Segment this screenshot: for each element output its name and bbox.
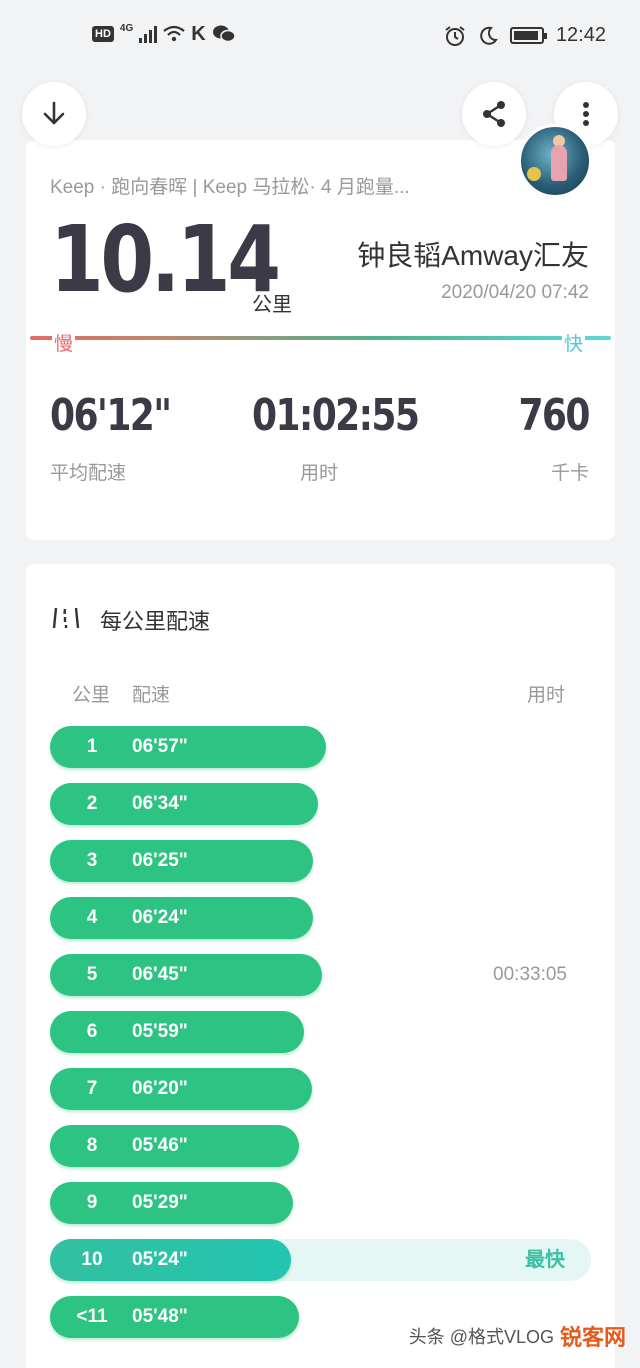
split-km: 3: [86, 850, 98, 871]
column-km-header: 公里: [72, 685, 111, 706]
share-button[interactable]: [462, 82, 526, 146]
duration-value: 01:02:55: [252, 390, 420, 441]
split-km: 2: [86, 793, 98, 814]
split-pace: 05'24": [132, 1249, 188, 1270]
duration-label: 用时: [300, 463, 339, 484]
avg-pace-label: 平均配速: [50, 463, 127, 484]
split-row[interactable]: 9 05'29": [50, 1182, 591, 1224]
split-row[interactable]: 4 06'24": [50, 897, 591, 939]
split-list: 1 06'57" 2 06'34" 3 06'25" 4 06'24" 5 06'45" 00:33…: [50, 726, 591, 1353]
pace-per-km-card: 每公里配速 公里 配速 用时 1 06'57" 2 06'34" 3 06'25" 4 06'…: [26, 564, 615, 1368]
speed-fast-label: 快: [561, 329, 585, 356]
status-bar: HD 4G K 12:42: [0, 0, 640, 76]
calories-label: 千卡: [550, 463, 589, 484]
column-pace-header: 配速: [132, 685, 171, 706]
watermark-text: 头条 @格式VLOG: [408, 1327, 554, 1347]
split-km: 8: [86, 1135, 98, 1156]
moon-icon: [480, 26, 498, 45]
run-date: 2020/04/20 07:42: [441, 282, 589, 303]
split-row[interactable]: 2 06'34": [50, 783, 591, 825]
road-icon: [52, 607, 80, 629]
k-app-icon: K: [191, 23, 206, 45]
split-km: 6: [86, 1021, 98, 1042]
wechat-icon: [212, 25, 236, 43]
event-avatar[interactable]: [518, 124, 592, 198]
split-pace: 06'25": [132, 850, 188, 871]
run-summary-card: Keep · 跑向春晖 | Keep 马拉松· 4 月跑量... 10.14 公…: [26, 140, 615, 540]
wifi-icon: [163, 25, 185, 42]
download-button[interactable]: [22, 82, 86, 146]
split-row[interactable]: 6 05'59": [50, 1011, 591, 1053]
fastest-badge: 最快: [525, 1249, 565, 1271]
split-row[interactable]: 7 06'20": [50, 1068, 591, 1110]
split-km: 7: [86, 1078, 98, 1099]
status-left: HD 4G K: [92, 22, 236, 45]
network-type: 4G: [119, 22, 134, 34]
split-km: 4: [86, 907, 98, 928]
split-row[interactable]: 5 06'45" 00:33:05: [50, 954, 591, 996]
signal-icon: [139, 25, 158, 43]
status-right: 12:42: [444, 24, 606, 47]
event-title[interactable]: Keep · 跑向春晖 | Keep 马拉松· 4 月跑量...: [50, 172, 410, 199]
split-pace: 05'48": [132, 1306, 188, 1327]
split-pace: 06'20": [132, 1078, 188, 1099]
alarm-icon: [445, 25, 465, 46]
split-km: 1: [86, 736, 98, 757]
split-pace: 06'57": [132, 736, 188, 757]
watermark: 头条 @格式VLOG 锐客网: [409, 1320, 626, 1352]
split-pace: 06'24": [132, 907, 188, 928]
split-row[interactable]: 3 06'25": [50, 840, 591, 882]
calories-value: 760: [518, 390, 591, 441]
hd-badge: HD: [92, 26, 114, 42]
distance-value: 10.14: [50, 206, 281, 313]
watermark-logo: 锐客网: [559, 1325, 626, 1350]
share-icon: [483, 101, 505, 127]
more-vertical-icon: [583, 102, 589, 126]
speed-slow-label: 慢: [52, 329, 76, 356]
runner-name[interactable]: 钟良韬Amway汇友: [357, 234, 589, 274]
split-cumulative-time: 00:33:05: [493, 964, 567, 985]
split-row[interactable]: 10 05'24" 最快: [50, 1239, 591, 1281]
speed-gradient-bar: [30, 336, 611, 340]
split-pace: 06'45": [132, 964, 188, 985]
status-time: 12:42: [555, 24, 606, 46]
split-row[interactable]: 1 06'57": [50, 726, 591, 768]
pace-section-title: 每公里配速: [100, 609, 211, 634]
column-time-header: 用时: [526, 685, 565, 706]
split-km: 9: [86, 1192, 98, 1213]
split-pace: 06'34": [132, 793, 188, 814]
arrow-down-icon: [43, 101, 65, 125]
split-pace: 05'29": [132, 1192, 188, 1213]
split-row[interactable]: 8 05'46": [50, 1125, 591, 1167]
split-pace: 05'59": [132, 1021, 188, 1042]
split-km: 10: [81, 1249, 103, 1270]
split-km: 5: [86, 964, 98, 985]
avg-pace-value: 06'12": [50, 390, 172, 441]
split-pace: 05'46": [132, 1135, 188, 1156]
distance-unit: 公里: [252, 294, 292, 316]
battery-icon: [509, 27, 547, 44]
split-km: <11: [76, 1306, 108, 1327]
